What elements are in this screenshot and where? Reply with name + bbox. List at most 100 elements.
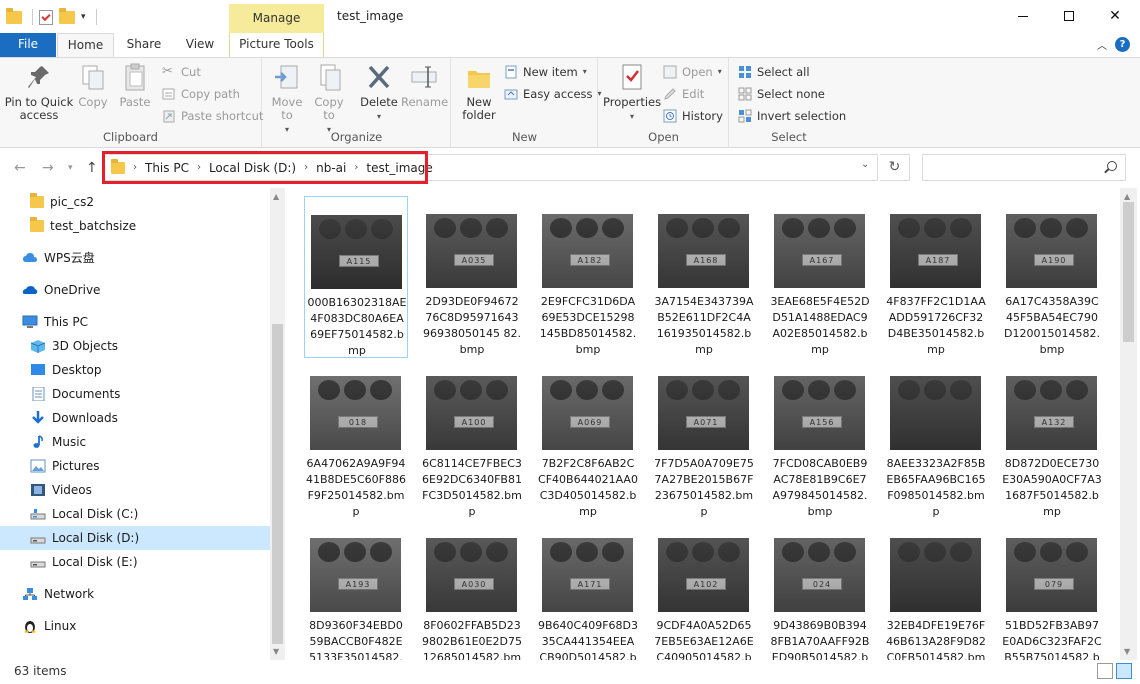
- file-item[interactable]: 32EB4DFE19E76F46B613A28F9D82C0FB5014582.…: [884, 520, 988, 660]
- file-item[interactable]: A193 8D9360F34EBD059BACCB0F482E5133F35014…: [304, 520, 408, 660]
- back-icon[interactable]: ←: [14, 160, 26, 176]
- paste-shortcut-button[interactable]: Paste shortcut: [162, 106, 263, 126]
- help-icon[interactable]: ?: [1115, 37, 1130, 52]
- file-item[interactable]: A182 2E9FCFC31D6DA69E53DCE15298145BD85014…: [536, 196, 640, 358]
- nav-item-network[interactable]: Network: [22, 582, 260, 606]
- nav-item-desktop[interactable]: Desktop: [30, 358, 260, 382]
- easy-access-button[interactable]: Easy access ▾: [504, 84, 602, 104]
- file-item[interactable]: 024 9D43869B0B3948FB1A70AAFF92BED90B50145…: [768, 520, 872, 660]
- invert-selection-button[interactable]: Invert selection: [738, 106, 846, 126]
- large-icons-view-icon[interactable]: [1116, 663, 1132, 679]
- copy-button[interactable]: Copy: [76, 62, 110, 109]
- nav-item-3d-objects[interactable]: 3D Objects: [30, 334, 260, 358]
- new-folder-icon[interactable]: [59, 7, 75, 24]
- file-item[interactable]: A190 6A17C4358A39C45F5BA54EC790D120015014…: [1000, 196, 1104, 358]
- customize-toolbar-icon[interactable]: ▾: [81, 12, 86, 22]
- file-item[interactable]: A102 9CDF4A0A52D657EB5E63AE12A6EC40905014…: [652, 520, 756, 660]
- collapse-ribbon-icon[interactable]: ︿: [1097, 37, 1107, 52]
- nav-item-local-disk-e[interactable]: Local Disk (E:): [30, 550, 260, 574]
- tab-file[interactable]: File: [0, 33, 56, 57]
- file-item[interactable]: A100 6C8114CE7FBEC36E92DC6340FB81FC3D5014…: [420, 358, 524, 520]
- file-item[interactable]: A035 2D93DE0F9467276C8D959716439693805014…: [420, 196, 524, 358]
- file-item[interactable]: A167 3EAE68E5F4E52DD51A1488EDAC9A02E85014…: [768, 196, 872, 358]
- nav-item-pic-cs2[interactable]: pic_cs2: [30, 190, 260, 214]
- copy-path-button[interactable]: Copy path: [162, 84, 240, 104]
- nav-item-music[interactable]: Music: [30, 430, 260, 454]
- nav-item-wps-cloud[interactable]: WPS云盘: [22, 246, 260, 270]
- copy-to-icon: [320, 64, 341, 91]
- nav-item-local-disk-d[interactable]: Local Disk (D:): [0, 526, 270, 550]
- details-view-icon[interactable]: [1097, 663, 1113, 679]
- nav-item-local-disk-c[interactable]: Local Disk (C:): [30, 502, 260, 526]
- file-item[interactable]: 018 6A47062A9A9F9441B8DE5C60F886F9F250145…: [304, 358, 408, 520]
- new-group: New folder New item ▾ Easy access ▾ New: [452, 58, 602, 147]
- file-item[interactable]: A069 7B2F2C8F6AB2CCF40B644021AA0C3D405014…: [536, 358, 640, 520]
- minimize-button[interactable]: [1000, 0, 1046, 32]
- rename-button[interactable]: Rename: [401, 62, 448, 109]
- cut-button[interactable]: ✂ Cut: [162, 62, 201, 82]
- recent-locations-icon[interactable]: ▾: [68, 163, 73, 173]
- open-group-label: Open: [648, 130, 679, 144]
- select-all-button[interactable]: Select all: [738, 62, 810, 82]
- up-icon[interactable]: ↑: [86, 160, 98, 176]
- nav-item-onedrive[interactable]: OneDrive: [22, 278, 260, 302]
- copy-to-button[interactable]: Copy to ▾: [311, 62, 347, 136]
- file-item[interactable]: A115 000B16302318AE4F083DC80A6EA69EF75014…: [304, 196, 408, 358]
- properties-icon[interactable]: [39, 9, 53, 25]
- tab-picture-tools[interactable]: Picture Tools: [229, 33, 324, 57]
- file-item[interactable]: A187 4F837FF2C1D1AAADD591726CF32D4BE35014…: [884, 196, 988, 358]
- properties-button[interactable]: Properties ▾: [603, 62, 661, 123]
- delete-button[interactable]: Delete ▾: [359, 62, 399, 123]
- refresh-button[interactable]: ↻: [880, 154, 910, 181]
- scroll-up-icon[interactable]: ▲: [1124, 192, 1130, 201]
- scroll-down-icon[interactable]: ▼: [1124, 647, 1130, 656]
- file-item[interactable]: 079 51BD52FB3AB97E0AD6C323FAF2CB55B750145…: [1000, 520, 1104, 660]
- open-button[interactable]: Open ▾: [663, 62, 722, 82]
- image-thumbnail: A171: [542, 538, 633, 612]
- file-item[interactable]: A030 8F0602FFAB5D239802B61E0E2D7512685014…: [420, 520, 524, 660]
- file-item[interactable]: A156 7FCD08CAB0EB9AC78E81B9C6E7A979845014…: [768, 358, 872, 520]
- file-item[interactable]: A168 3A7154E343739AB52E611DF2C4A161935014…: [652, 196, 756, 358]
- edit-button[interactable]: Edit: [663, 84, 704, 104]
- content-scrollbar-thumb[interactable]: [1123, 202, 1134, 342]
- new-group-label: New: [511, 130, 538, 144]
- scroll-down-icon[interactable]: ▼: [273, 647, 279, 656]
- nav-scrollbar-thumb[interactable]: [272, 324, 283, 644]
- nav-item-this-pc[interactable]: This PC: [22, 310, 260, 334]
- file-item[interactable]: A132 8D872D0ECE730E30A590A0CF7A31687F5014…: [1000, 358, 1104, 520]
- scroll-up-icon[interactable]: ▲: [273, 192, 279, 201]
- pin-to-quick-access-button[interactable]: Pin to Quick access: [4, 62, 74, 122]
- forward-icon[interactable]: →: [42, 160, 54, 176]
- invert-selection-label: Invert selection: [757, 109, 847, 123]
- content-scrollbar[interactable]: ▲ ▼: [1120, 188, 1137, 660]
- history-button[interactable]: History: [663, 106, 723, 126]
- select-none-button[interactable]: Select none: [738, 84, 825, 104]
- folder-icon[interactable]: [6, 7, 22, 24]
- organize-group: Move to ▾ Copy to ▾ Delete ▾ Rename Organiz…: [263, 58, 451, 147]
- nav-item-pictures[interactable]: Pictures: [30, 454, 260, 478]
- close-button[interactable]: ✕: [1092, 0, 1138, 32]
- thumbnail-shade: [890, 376, 981, 450]
- nav-item-test-batchsize[interactable]: test_batchsize: [30, 214, 260, 238]
- invert-selection-icon: [738, 109, 752, 123]
- tab-home[interactable]: Home: [57, 33, 114, 58]
- search-input[interactable]: [922, 154, 1126, 181]
- file-item[interactable]: A171 9B640C409F68D335CA441354EEACB90D5014…: [536, 520, 640, 660]
- paste-button[interactable]: Paste: [114, 62, 156, 109]
- new-folder-button[interactable]: New folder: [458, 62, 500, 122]
- nav-item-downloads[interactable]: Downloads: [30, 406, 260, 430]
- file-item[interactable]: A071 7F7D5A0A709E757A27BE2015B67F23675014…: [652, 358, 756, 520]
- move-to-button[interactable]: Move to ▾: [269, 62, 305, 136]
- tab-manage[interactable]: Manage: [229, 4, 324, 33]
- tab-share[interactable]: Share: [116, 33, 172, 57]
- move-to-icon: [275, 65, 298, 89]
- tab-view[interactable]: View: [172, 33, 228, 57]
- chevron-down-icon[interactable]: ⌄: [861, 159, 869, 170]
- maximize-button[interactable]: [1046, 0, 1092, 32]
- nav-item-videos[interactable]: Videos: [30, 478, 260, 502]
- nav-item-linux[interactable]: Linux: [22, 614, 260, 638]
- nav-scrollbar[interactable]: ▲ ▼: [270, 188, 285, 660]
- nav-item-documents[interactable]: Documents: [30, 382, 260, 406]
- new-item-button[interactable]: New item ▾: [504, 62, 587, 82]
- file-item[interactable]: 8AEE3323A2F85BEB65FAA96BC165F0985014582.…: [884, 358, 988, 520]
